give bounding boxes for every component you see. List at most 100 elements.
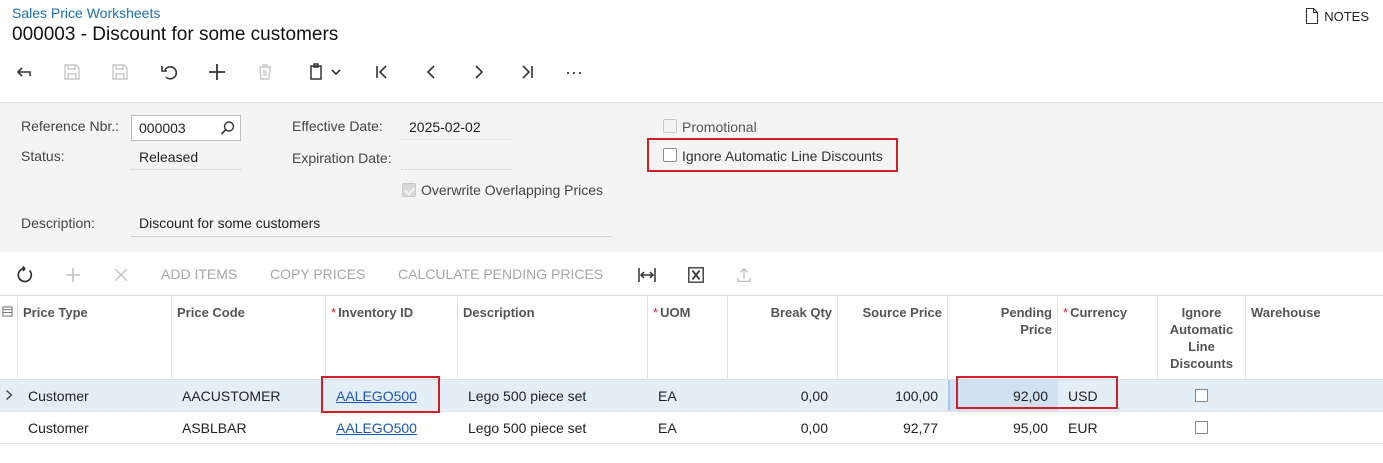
col-price-code[interactable]: Price Code [172, 296, 326, 380]
upload-button[interactable] [733, 264, 755, 286]
breadcrumb[interactable]: Sales Price Worksheets [12, 5, 160, 21]
first-record-icon [376, 65, 387, 79]
cell-description[interactable]: Lego 500 piece set [458, 412, 648, 443]
more-button[interactable]: ··· [560, 58, 588, 86]
next-record-button[interactable] [465, 58, 493, 86]
col-ignore-line2: Automatic [1169, 322, 1234, 337]
description-underline [131, 236, 612, 237]
cell-source-price[interactable]: 92,77 [838, 412, 948, 443]
col-description[interactable]: Description [458, 296, 648, 380]
col-pending-price-line1: Pending [1000, 305, 1052, 320]
undo-button[interactable] [155, 58, 183, 86]
col-uom[interactable]: * UOM [648, 296, 728, 380]
col-currency-label: Currency [1070, 305, 1128, 320]
required-marker: * [1063, 305, 1069, 320]
delete-button[interactable] [251, 58, 279, 86]
effective-date-underline [401, 139, 511, 140]
delete-icon [259, 64, 271, 80]
status-label: Status: [21, 148, 65, 164]
last-record-icon [522, 65, 533, 79]
back-button[interactable] [10, 58, 38, 86]
search-icon[interactable] [220, 120, 236, 136]
cell-price-code[interactable]: ASBLBAR [172, 412, 326, 443]
promotional-checkbox[interactable] [663, 119, 677, 133]
col-ignore-line4: Discounts [1170, 356, 1233, 371]
save-icon [112, 64, 128, 80]
inventory-id-link[interactable]: AALEGO500 [336, 420, 417, 436]
cell-price-code[interactable]: AACUSTOMER [172, 380, 326, 411]
ignore-discounts-checkbox[interactable] [663, 148, 677, 162]
col-pending-price[interactable]: Pending Price [948, 296, 1058, 380]
column-chooser-icon[interactable] [2, 306, 13, 317]
col-currency[interactable]: * Currency [1058, 296, 1158, 380]
save-close-button[interactable] [58, 58, 86, 86]
reference-nbr-value: 000003 [139, 120, 186, 136]
chevron-down-icon [331, 69, 341, 76]
reference-nbr-input[interactable]: 000003 [131, 115, 241, 141]
col-price-type[interactable]: Price Type [18, 296, 172, 380]
export-excel-button[interactable] [685, 264, 707, 286]
cell-price-type[interactable]: Customer [18, 412, 172, 443]
table-row[interactable]: Customer AACUSTOMER AALEGO500 Lego 500 p… [0, 380, 1383, 412]
last-record-button[interactable] [513, 58, 541, 86]
cell-source-price[interactable]: 100,00 [838, 380, 948, 411]
copy-paste-dropdown[interactable] [326, 58, 346, 86]
cell-break-qty[interactable]: 0,00 [728, 412, 838, 443]
col-break-qty[interactable]: Break Qty [728, 296, 838, 380]
grid-header: Price Type Price Code * Inventory ID Desc… [0, 295, 1383, 380]
notes-button[interactable]: NOTES [1305, 8, 1369, 24]
cell-break-qty[interactable]: 0,00 [728, 380, 838, 411]
cell-description[interactable]: Lego 500 piece set [458, 380, 648, 411]
excel-icon [688, 267, 704, 283]
add-button[interactable] [203, 58, 231, 86]
grid-add-button[interactable] [62, 264, 84, 286]
promotional-label: Promotional [682, 119, 757, 135]
grid-toolbar: ADD ITEMS COPY PRICES CALCULATE PENDING … [0, 262, 800, 288]
col-ignore-line3: Line [1188, 339, 1215, 354]
current-row-arrow-icon [6, 389, 13, 401]
col-ignore-discounts[interactable]: Ignore Automatic Line Discounts [1158, 296, 1246, 380]
expiration-date-underline [401, 169, 511, 170]
cell-inventory-id[interactable]: AALEGO500 [326, 412, 458, 443]
row-selector-header[interactable] [0, 296, 18, 380]
copy-prices-button[interactable]: COPY PRICES [270, 266, 365, 282]
cell-uom[interactable]: EA [648, 412, 728, 443]
effective-date-value: 2025-02-02 [409, 119, 481, 135]
refresh-button[interactable] [14, 264, 36, 286]
add-items-button[interactable]: ADD ITEMS [161, 266, 237, 282]
ignore-discounts-label: Ignore Automatic Line Discounts [682, 148, 883, 164]
fit-columns-icon [638, 268, 656, 282]
effective-date-label: Effective Date: [292, 118, 383, 134]
fit-columns-button[interactable] [636, 264, 658, 286]
calculate-pending-prices-button[interactable]: CALCULATE PENDING PRICES [398, 266, 603, 282]
col-inventory-id-label: Inventory ID [338, 305, 414, 320]
highlight-pending-price-currency [956, 376, 1118, 409]
upload-icon [736, 267, 752, 283]
col-warehouse[interactable]: Warehouse [1246, 296, 1378, 380]
cell-price-type[interactable]: Customer [18, 380, 172, 411]
close-icon [114, 268, 128, 282]
col-source-price[interactable]: Source Price [838, 296, 948, 380]
table-row[interactable]: Customer ASBLBAR AALEGO500 Lego 500 piec… [0, 412, 1383, 444]
cell-ignore-discounts-checkbox[interactable] [1195, 389, 1208, 402]
cell-warehouse[interactable] [1246, 412, 1378, 443]
copy-paste-icon [310, 63, 322, 80]
back-icon [16, 67, 31, 77]
save-button[interactable] [106, 58, 134, 86]
description-value[interactable]: Discount for some customers [139, 215, 320, 231]
previous-record-button[interactable] [417, 58, 445, 86]
cell-warehouse[interactable] [1246, 380, 1378, 411]
cell-uom[interactable]: EA [648, 380, 728, 411]
previous-record-icon [426, 65, 435, 79]
grid-delete-button[interactable] [110, 264, 132, 286]
notes-label: NOTES [1324, 8, 1369, 24]
col-inventory-id[interactable]: * Inventory ID [326, 296, 458, 380]
summary-form: Reference Nbr.: 000003 Status: Released … [0, 102, 1383, 252]
required-marker: * [653, 305, 659, 320]
overwrite-prices-checkbox[interactable] [402, 183, 416, 197]
cell-ignore-discounts-checkbox[interactable] [1195, 421, 1208, 434]
cell-currency[interactable]: EUR [1058, 412, 1158, 443]
cell-pending-price[interactable]: 95,00 [948, 412, 1058, 443]
document-icon [1306, 8, 1319, 24]
first-record-button[interactable] [368, 58, 396, 86]
